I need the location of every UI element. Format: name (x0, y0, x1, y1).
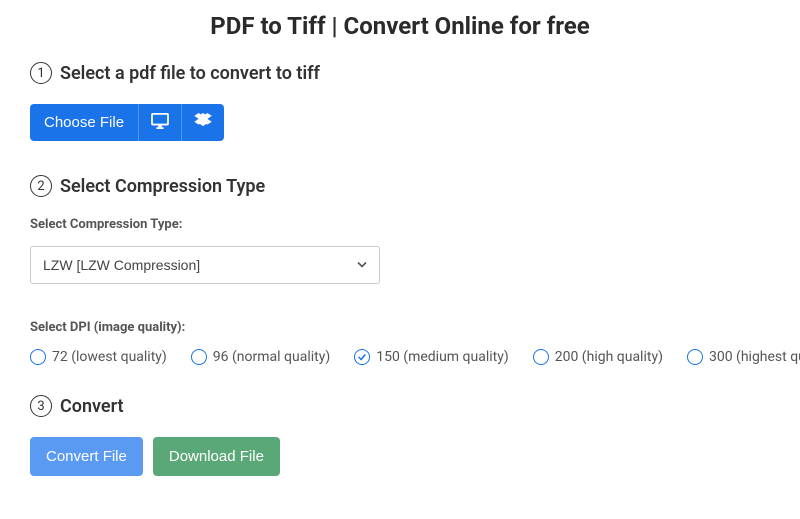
step-2-badge: 2 (30, 175, 52, 197)
dpi-radio-group: 72 (lowest quality) 96 (normal quality) 15… (30, 349, 770, 365)
step-3-header: 3 Convert (30, 395, 770, 417)
step-1-badge: 1 (30, 62, 52, 84)
radio-icon (191, 349, 207, 365)
page-title: PDF to Tiff | Convert Online for free (30, 12, 770, 40)
dpi-option-3[interactable]: 200 (high quality) (533, 349, 663, 365)
radio-icon (687, 349, 703, 365)
choose-file-button[interactable]: Choose File (30, 104, 138, 141)
step-2-header: 2 Select Compression Type (30, 175, 770, 197)
compression-field-label: Select Compression Type: (30, 217, 770, 232)
convert-file-button[interactable]: Convert File (30, 437, 143, 476)
step-2: 2 Select Compression Type Select Compres… (30, 175, 770, 365)
monitor-icon (151, 113, 169, 132)
step-1-header: 1 Select a pdf file to convert to tiff (30, 62, 770, 84)
dpi-option-1[interactable]: 96 (normal quality) (191, 349, 330, 365)
download-file-button[interactable]: Download File (153, 437, 280, 476)
dropbox-icon (194, 113, 212, 132)
radio-icon (533, 349, 549, 365)
dpi-option-4[interactable]: 300 (highest quality) (687, 349, 800, 365)
dpi-option-0[interactable]: 72 (lowest quality) (30, 349, 167, 365)
radio-icon (354, 349, 370, 365)
compression-select[interactable]: LZW [LZW Compression] (30, 246, 380, 284)
dpi-field-label: Select DPI (image quality): (30, 320, 770, 335)
step-3-label: Convert (60, 396, 124, 417)
step-1: 1 Select a pdf file to convert to tiff C… (30, 62, 770, 169)
step-3-badge: 3 (30, 395, 52, 417)
dpi-option-label: 72 (lowest quality) (52, 349, 167, 365)
from-computer-button[interactable] (138, 104, 181, 141)
action-row: Convert File Download File (30, 437, 770, 476)
dpi-option-label: 200 (high quality) (555, 349, 663, 365)
dpi-option-2[interactable]: 150 (medium quality) (354, 349, 509, 365)
step-1-label: Select a pdf file to convert to tiff (60, 63, 320, 84)
dpi-option-label: 96 (normal quality) (213, 349, 330, 365)
dpi-option-label: 300 (highest quality) (709, 349, 800, 365)
compression-select-wrap: LZW [LZW Compression] (30, 246, 380, 284)
step-2-label: Select Compression Type (60, 176, 265, 197)
step-3: 3 Convert Convert File Download File (30, 395, 770, 476)
radio-icon (30, 349, 46, 365)
from-dropbox-button[interactable] (181, 104, 224, 141)
file-source-buttons: Choose File (30, 104, 224, 141)
dpi-option-label: 150 (medium quality) (376, 349, 509, 365)
